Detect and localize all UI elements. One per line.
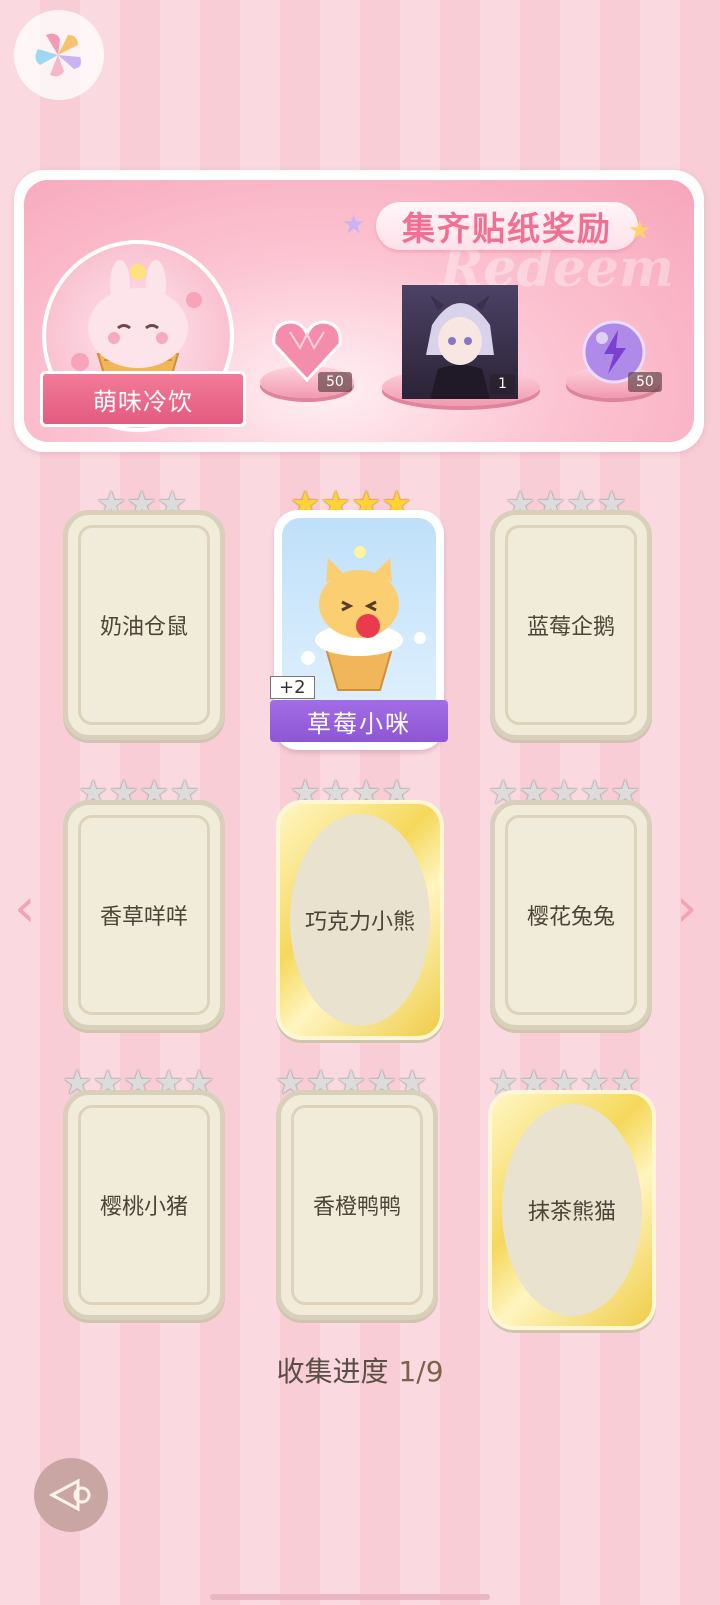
sticker-name: 香橙鸭鸭 [312, 1195, 401, 1220]
sticker-name-banner: 草莓小咪 [270, 700, 448, 742]
sticker-card[interactable]: 樱桃小猪 [63, 1090, 225, 1320]
sticker-name: 奶油仓鼠 [99, 615, 188, 640]
back-arrow-icon [48, 1478, 91, 1512]
sticker-card[interactable]: 香橙鸭鸭 [276, 1090, 438, 1320]
prev-page-arrow-icon[interactable]: ‹ [14, 876, 36, 939]
sticker-card-gold[interactable]: 巧克力小熊 [276, 800, 444, 1040]
star-decoration-icon: ★ [342, 210, 366, 240]
next-page-arrow-icon[interactable]: › [676, 876, 698, 939]
star-decoration-icon: ★ [628, 216, 652, 246]
reward-count: 1 [490, 374, 515, 394]
sticker-card-gold[interactable]: 抹茶熊猫 [488, 1090, 656, 1330]
sticker-card[interactable]: 蓝莓企鹅 [490, 510, 652, 740]
banner-title: 集齐贴纸奖励 [376, 202, 638, 250]
progress-value: 1/9 [398, 1355, 444, 1388]
app-logo[interactable] [14, 10, 104, 100]
sticker-card[interactable]: 樱花兔兔 [490, 800, 652, 1030]
sticker-name: 抹茶熊猫 [527, 1200, 616, 1225]
sticker-name: 香草咩咩 [99, 905, 188, 930]
pinwheel-logo-icon [35, 33, 82, 77]
sticker-name: 巧克力小熊 [304, 910, 415, 935]
sticker-name: 樱桃小猪 [99, 1195, 188, 1220]
back-button[interactable] [34, 1458, 108, 1532]
reward-count: 50 [318, 372, 352, 392]
sticker-card[interactable]: 香草咩咩 [63, 800, 225, 1030]
collection-progress: 收集进度 1/9 [0, 1350, 720, 1390]
sticker-card[interactable]: 奶油仓鼠 [63, 510, 225, 740]
reward-count: 50 [628, 372, 662, 392]
progress-label: 收集进度 [276, 1355, 389, 1388]
home-indicator[interactable] [210, 1594, 490, 1600]
sticker-name: 蓝莓企鹅 [526, 615, 615, 640]
sticker-name: 樱花兔兔 [526, 905, 615, 930]
theme-name-ribbon: 萌味冷饮 [40, 371, 246, 427]
bonus-badge: +2 [270, 676, 315, 699]
